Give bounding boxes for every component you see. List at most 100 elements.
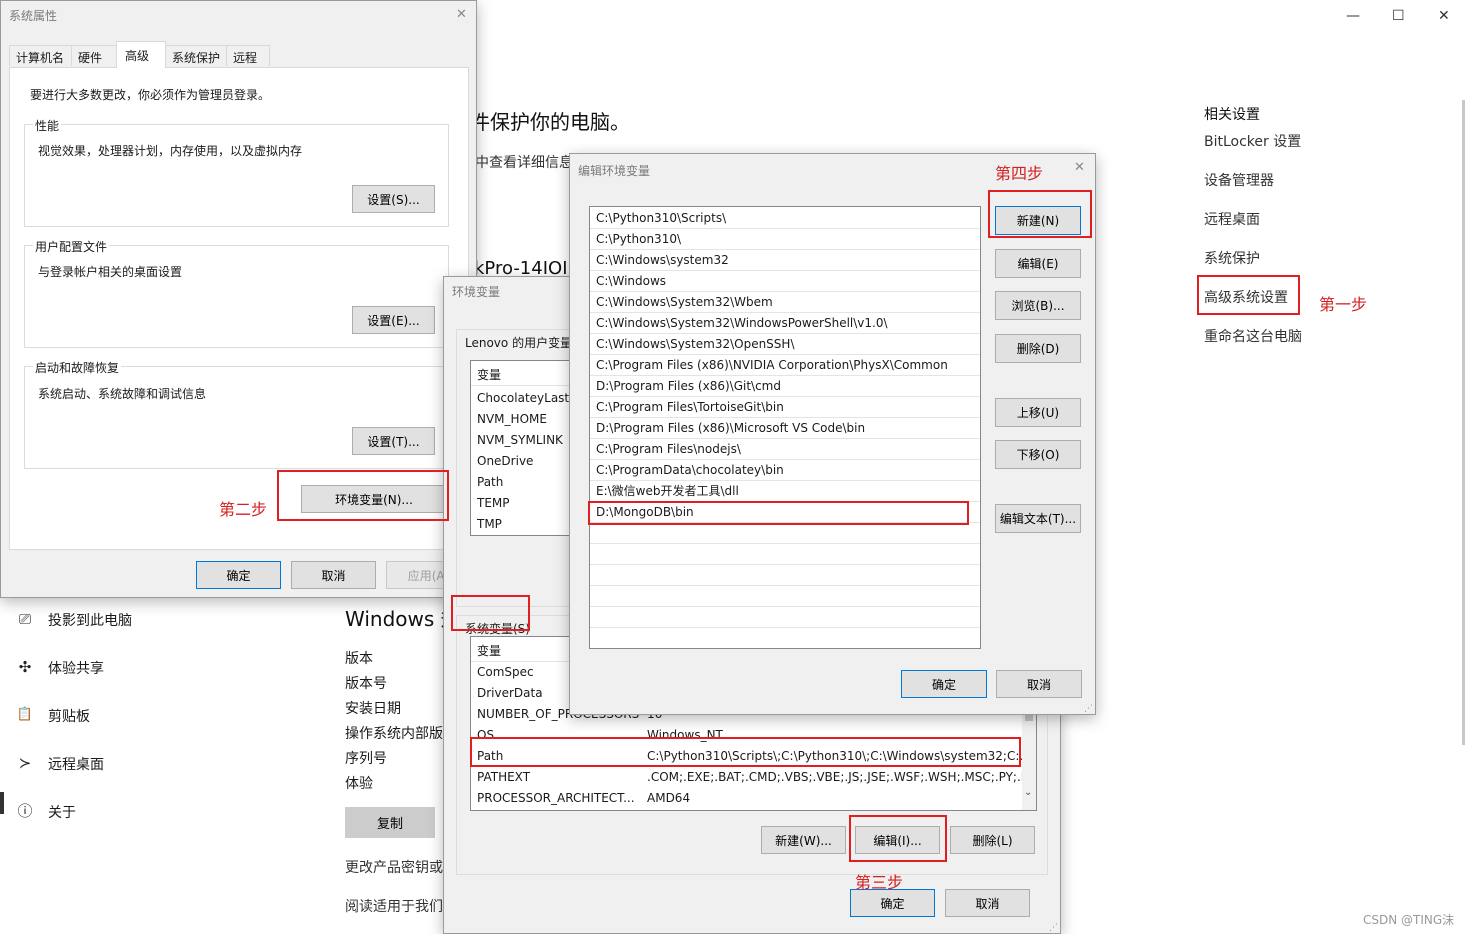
cancel-button[interactable]: 取消 <box>945 889 1030 917</box>
startup-recovery-group: 启动和故障恢复 系统启动、系统故障和调试信息 设置(T)... <box>24 359 449 469</box>
path-entry: C:\ProgramData\chocolatey\bin <box>596 463 784 477</box>
link-read-license[interactable]: 阅读适用于我们 <box>345 896 443 916</box>
info-icon: ⓘ <box>17 802 33 820</box>
list-item[interactable]: C:\Python310\ <box>590 229 980 250</box>
empty-row <box>590 523 980 544</box>
link-device-manager[interactable]: 设备管理器 <box>1204 170 1274 190</box>
table-row[interactable]: PATHEXT .COM;.EXE;.BAT;.CMD;.VBS;.VBE;.J… <box>471 767 1036 788</box>
tab-advanced[interactable]: 高级 <box>116 41 166 68</box>
step4-label: 第四步 <box>995 164 1044 183</box>
path-entry: C:\Program Files (x86)\NVIDIA Corporatio… <box>596 358 948 372</box>
list-item[interactable]: C:\Python310\Scripts\ <box>590 208 980 229</box>
resize-grip-icon[interactable]: ⋰ <box>1084 704 1093 714</box>
copy-button[interactable]: 复制 <box>345 807 435 838</box>
spec-serial: 序列号 <box>345 751 387 767</box>
path-entry: C:\Windows\System32\Wbem <box>596 295 773 309</box>
path-list[interactable]: C:\Python310\Scripts\ C:\Python310\ C:\W… <box>589 206 981 649</box>
watermark: CSDN @TING沫 <box>1363 913 1455 927</box>
list-item[interactable]: C:\Program Files (x86)\NVIDIA Corporatio… <box>590 355 980 376</box>
tab-label: 硬件 <box>78 51 103 65</box>
nav-item-project[interactable]: ⎚ 投影到此电脑 <box>0 600 320 640</box>
list-item[interactable]: C:\Windows\System32\Wbem <box>590 292 980 313</box>
ok-button[interactable]: 确定 <box>850 889 935 917</box>
window-title: 环境变量 <box>452 285 501 299</box>
var-name: OneDrive <box>477 454 534 468</box>
cancel-button[interactable]: 取消 <box>291 561 376 589</box>
nav-item-about[interactable]: ⓘ 关于 <box>0 792 320 832</box>
maximize-icon[interactable]: ☐ <box>1392 8 1405 24</box>
system-delete-button[interactable]: 删除(L) <box>950 826 1035 854</box>
list-item[interactable]: D:\Program Files (x86)\Microsoft VS Code… <box>590 418 980 439</box>
var-name: NVM_HOME <box>477 412 547 426</box>
move-up-button[interactable]: 上移(U) <box>995 398 1081 427</box>
list-item[interactable]: C:\Windows <box>590 271 980 292</box>
spec-os-build: 操作系统内部版 <box>345 726 443 742</box>
highlight-env-vars-button <box>277 470 449 521</box>
performance-settings-button[interactable]: 设置(S)... <box>352 185 435 213</box>
nav-item-remote-desktop[interactable]: ≻ 远程桌面 <box>0 744 320 784</box>
spec-version: 版本号 <box>345 676 387 692</box>
list-item[interactable]: D:\Program Files (x86)\Git\cmd <box>590 376 980 397</box>
var-name: PROCESSOR_ARCHITECT... <box>477 791 635 805</box>
delete-path-button[interactable]: 删除(D) <box>995 334 1081 363</box>
close-icon[interactable]: ✕ <box>1438 8 1450 24</box>
browse-button[interactable]: 浏览(B)... <box>995 291 1081 320</box>
var-value: .COM;.EXE;.BAT;.CMD;.VBS;.VBE;.JS;.JSE;.… <box>647 770 1036 784</box>
link-remote-desktop[interactable]: 远程桌面 <box>1204 209 1260 229</box>
tab-hardware[interactable]: 硬件 <box>71 45 117 66</box>
move-down-button[interactable]: 下移(O) <box>995 440 1081 469</box>
table-row[interactable]: PROCESSOR_ARCHITECT... AMD64 <box>471 788 1036 809</box>
empty-row <box>590 544 980 565</box>
tab-system-protection[interactable]: 系统保护 <box>165 45 227 66</box>
close-icon[interactable]: ✕ <box>456 7 467 22</box>
user-profiles-settings-button[interactable]: 设置(E)... <box>352 306 435 334</box>
tab-remote[interactable]: 远程 <box>226 45 270 66</box>
list-item[interactable]: C:\Windows\System32\WindowsPowerShell\v1… <box>590 313 980 334</box>
ok-button[interactable]: 确定 <box>901 670 987 698</box>
column-header-variable: 变量 <box>477 644 502 658</box>
list-item[interactable]: C:\ProgramData\chocolatey\bin <box>590 460 980 481</box>
link-system-protection[interactable]: 系统保护 <box>1204 248 1260 268</box>
link-change-product-key[interactable]: 更改产品密钥或 <box>345 857 443 877</box>
edit-text-button[interactable]: 编辑文本(T)... <box>995 504 1081 533</box>
chevron-down-icon[interactable]: ⌄ <box>1024 787 1032 798</box>
list-item[interactable]: C:\Program Files\TortoiseGit\bin <box>590 397 980 418</box>
highlight-edit-button <box>849 815 947 862</box>
minimize-icon[interactable]: — <box>1346 8 1360 24</box>
cancel-button[interactable]: 取消 <box>996 670 1082 698</box>
var-name: TMP <box>477 517 502 531</box>
close-icon[interactable]: ✕ <box>1074 160 1085 175</box>
path-entry: C:\Python310\Scripts\ <box>596 211 727 225</box>
var-name: ChocolateyLastP <box>477 391 577 405</box>
empty-row <box>590 565 980 586</box>
startup-recovery-settings-button[interactable]: 设置(T)... <box>352 427 435 455</box>
nav-item-clipboard[interactable]: 📋 剪贴板 <box>0 696 320 736</box>
path-entry: C:\Windows\system32 <box>596 253 729 267</box>
list-item[interactable]: C:\Windows\system32 <box>590 250 980 271</box>
list-item[interactable]: C:\Program Files\nodejs\ <box>590 439 980 460</box>
resize-grip-icon[interactable]: ⋰ <box>1049 923 1058 933</box>
list-item[interactable]: E:\微信web开发者工具\dll <box>590 481 980 502</box>
system-new-button[interactable]: 新建(W)... <box>761 826 846 854</box>
list-item[interactable]: C:\Windows\System32\OpenSSH\ <box>590 334 980 355</box>
tab-computer-name[interactable]: 计算机名 <box>9 45 73 66</box>
path-entry: D:\Program Files (x86)\Git\cmd <box>596 379 781 393</box>
page-heading: 件保护你的电脑。 <box>470 110 630 134</box>
nav-label-clipboard: 剪贴板 <box>48 709 90 725</box>
edit-path-button[interactable]: 编辑(E) <box>995 249 1081 278</box>
nav-label-project: 投影到此电脑 <box>48 613 132 629</box>
var-name: PATHEXT <box>477 770 531 784</box>
nav-item-shared-experience[interactable]: ✣ 体验共享 <box>0 648 320 688</box>
tab-label: 高级 <box>125 49 150 63</box>
nav-selected-indicator <box>0 792 4 814</box>
tab-label: 远程 <box>233 51 258 65</box>
scrollbar[interactable] <box>1462 100 1465 745</box>
var-name: TEMP <box>477 496 510 510</box>
link-bitlocker[interactable]: BitLocker 设置 <box>1204 131 1301 151</box>
performance-group: 性能 视觉效果，处理器计划，内存使用，以及虚拟内存 设置(S)... <box>24 117 449 227</box>
ok-button[interactable]: 确定 <box>196 561 281 589</box>
path-entry: C:\Python310\ <box>596 232 682 246</box>
link-rename-pc[interactable]: 重命名这台电脑 <box>1204 326 1302 346</box>
group-desc: 与登录帐户相关的桌面设置 <box>38 265 183 279</box>
highlight-path-row <box>470 737 1021 767</box>
